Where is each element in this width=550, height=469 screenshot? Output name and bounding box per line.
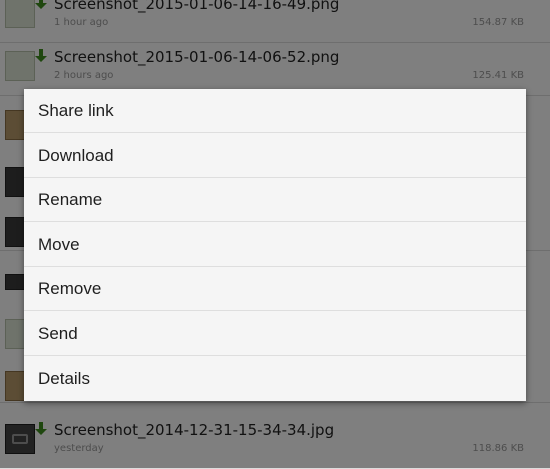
menu-item-move[interactable]: Move [24,223,526,267]
menu-item-share-link[interactable]: Share link [24,89,526,133]
context-menu: Share link Download Rename Move Remove S… [24,89,526,401]
menu-item-rename[interactable]: Rename [24,178,526,222]
menu-item-details[interactable]: Details [24,357,526,401]
menu-item-send[interactable]: Send [24,312,526,356]
menu-item-download[interactable]: Download [24,134,526,178]
menu-item-remove[interactable]: Remove [24,267,526,311]
